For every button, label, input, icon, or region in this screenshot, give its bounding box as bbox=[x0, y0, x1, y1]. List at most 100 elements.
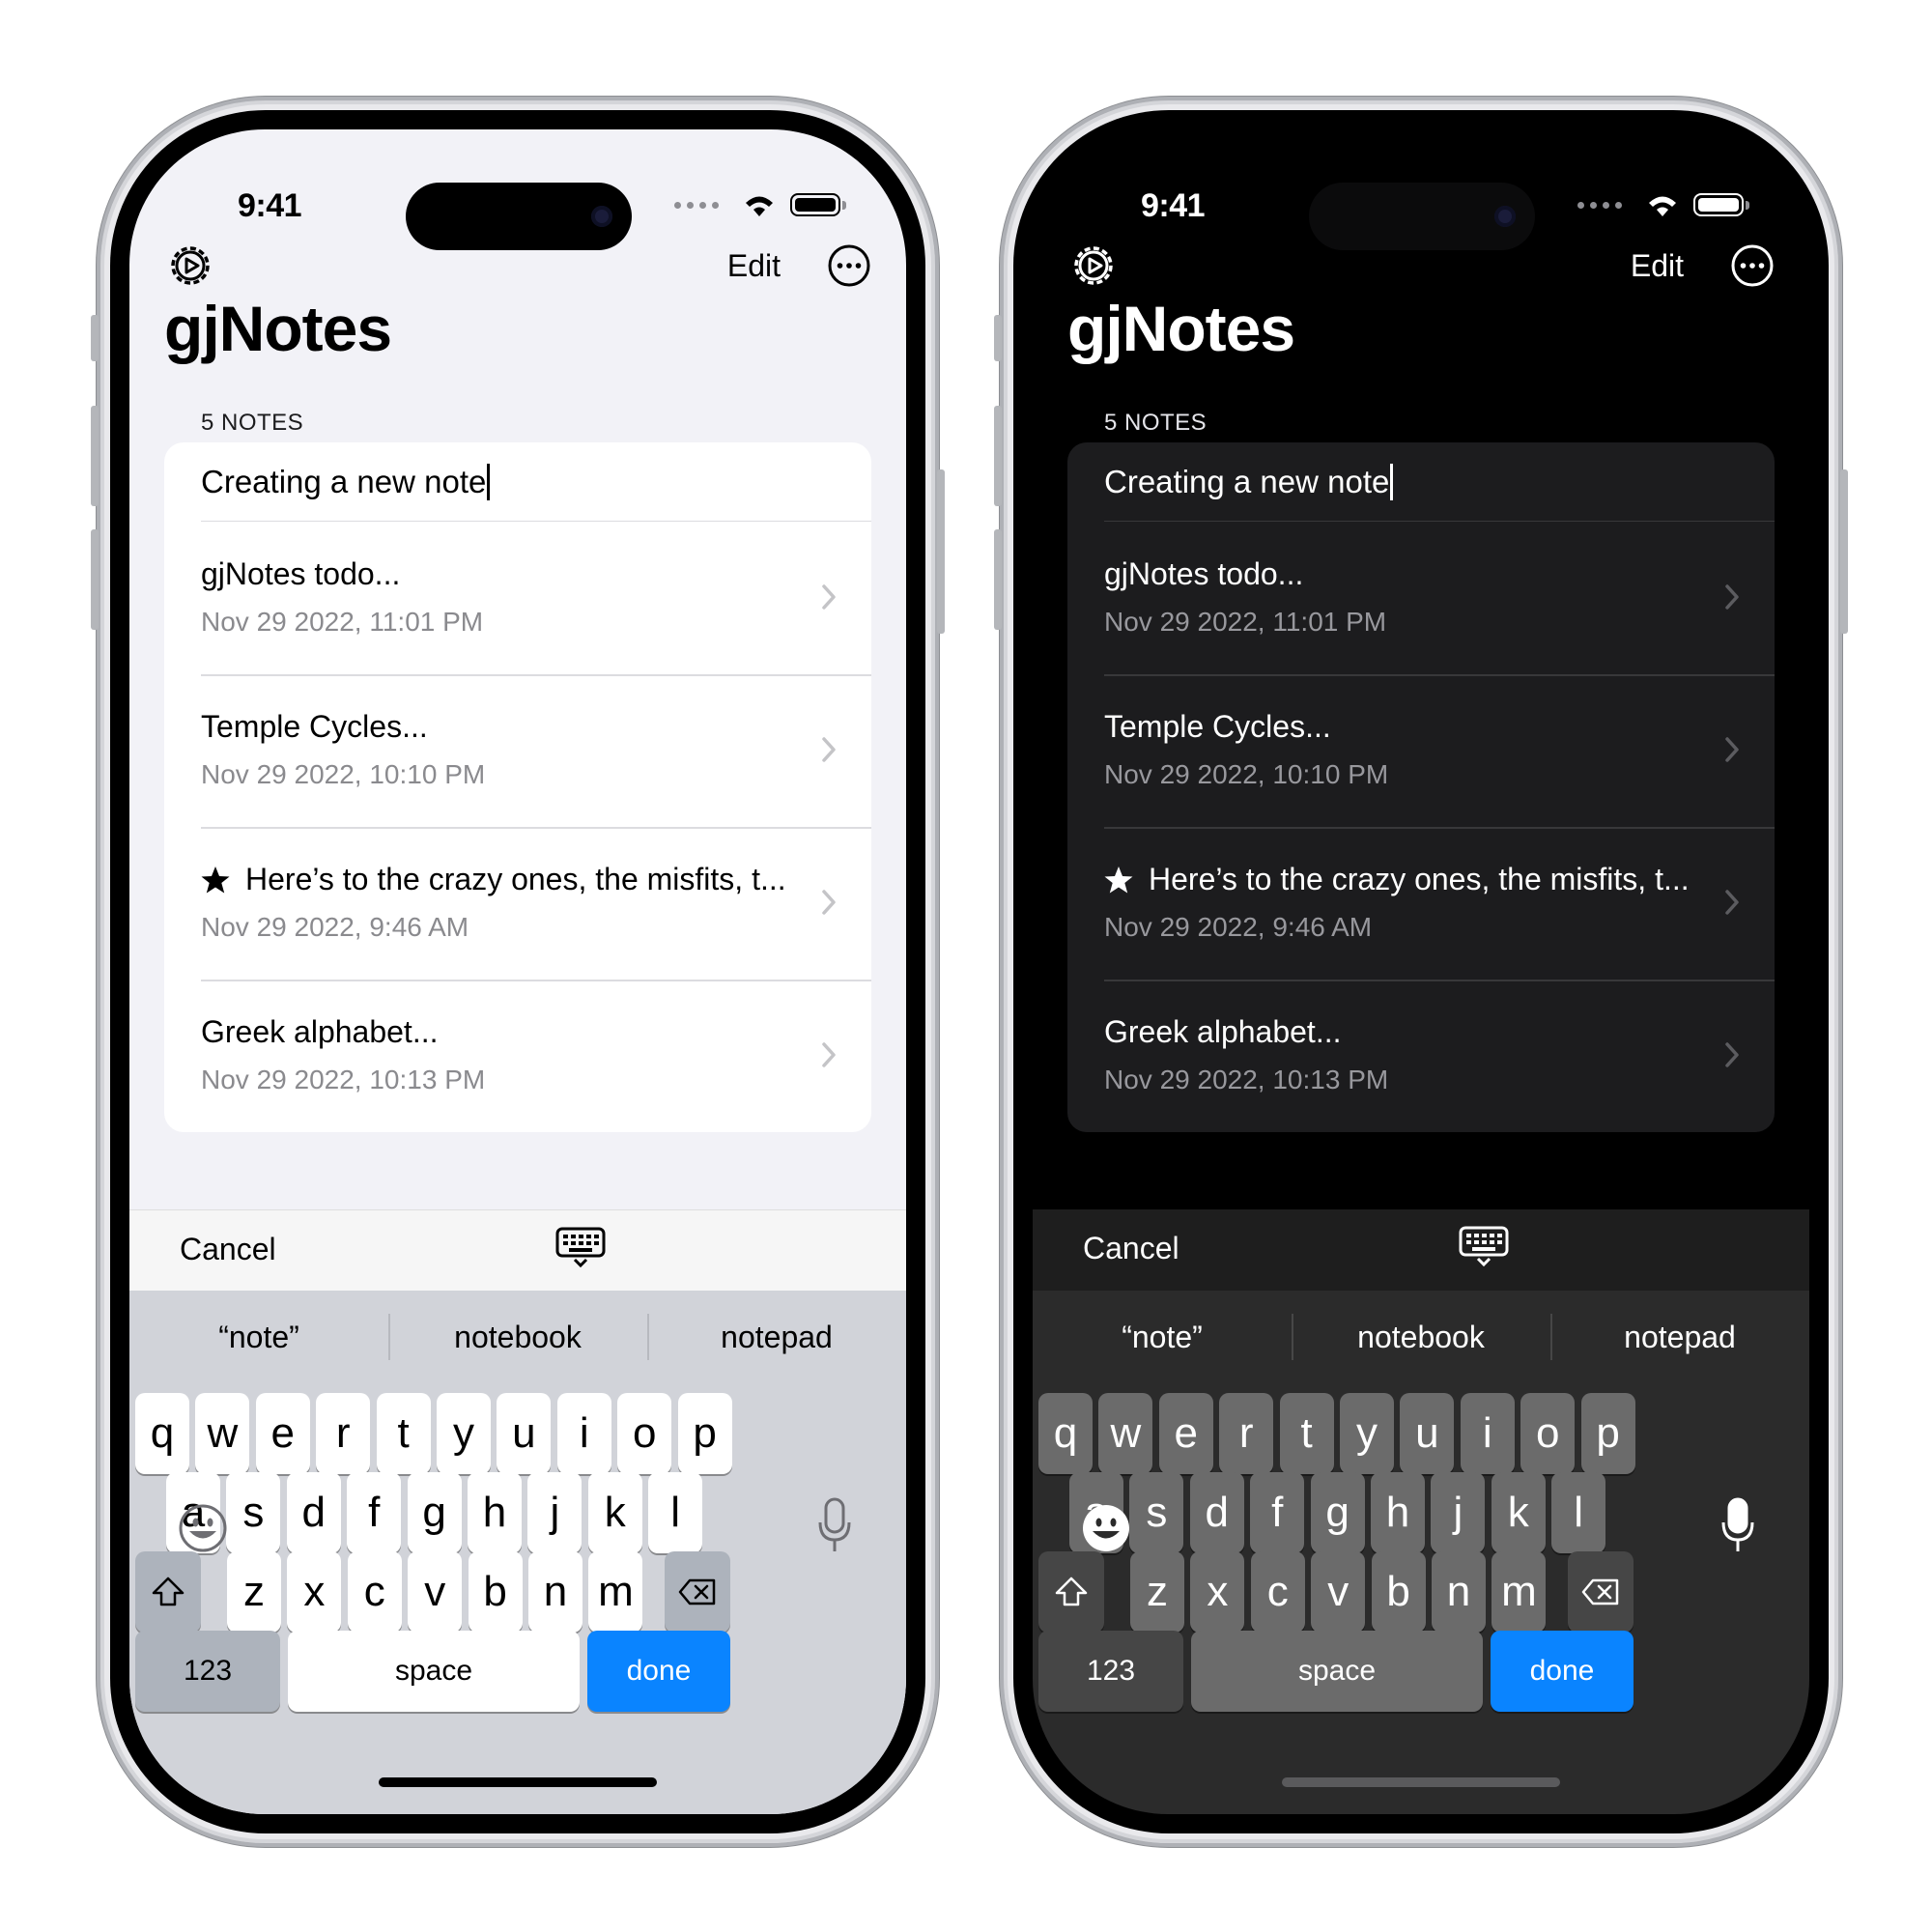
keyboard-dismiss-icon[interactable] bbox=[1458, 1225, 1510, 1267]
space-key[interactable]: space bbox=[288, 1631, 580, 1712]
note-row[interactable]: Greek alphabet... Nov 29 2022, 10:13 PM bbox=[1067, 980, 1775, 1132]
key-d[interactable]: d bbox=[286, 1472, 341, 1553]
keyboard-dismiss-icon[interactable] bbox=[554, 1226, 607, 1268]
key-r[interactable]: r bbox=[316, 1393, 371, 1474]
key-c[interactable]: c bbox=[1250, 1551, 1305, 1633]
suggestion-notebook[interactable]: notebook bbox=[388, 1291, 647, 1383]
note-row[interactable]: Temple Cycles... Nov 29 2022, 10:10 PM bbox=[1067, 674, 1775, 827]
key-k[interactable]: k bbox=[1491, 1472, 1546, 1553]
suggestion-notepad[interactable]: notepad bbox=[1550, 1291, 1809, 1383]
numbers-key[interactable]: 123 bbox=[135, 1631, 280, 1712]
new-note-text[interactable]: Creating a new note bbox=[201, 464, 486, 499]
key-e[interactable]: e bbox=[255, 1393, 310, 1474]
key-n[interactable]: n bbox=[528, 1551, 582, 1633]
chevron-right-icon bbox=[822, 890, 836, 915]
key-q[interactable]: q bbox=[1038, 1393, 1093, 1474]
key-t[interactable]: t bbox=[376, 1393, 431, 1474]
key-g[interactable]: g bbox=[407, 1472, 462, 1553]
microphone-icon[interactable] bbox=[1720, 1497, 1755, 1555]
microphone-icon[interactable] bbox=[817, 1497, 852, 1555]
new-note-input[interactable]: Creating a new note bbox=[1067, 442, 1775, 522]
note-row[interactable]: Here’s to the crazy ones, the misfits, t… bbox=[164, 827, 871, 980]
key-y[interactable]: y bbox=[1340, 1393, 1394, 1474]
key-o[interactable]: o bbox=[1520, 1393, 1576, 1474]
key-w[interactable]: w bbox=[1098, 1393, 1153, 1474]
more-options-icon[interactable] bbox=[827, 243, 871, 288]
key-i[interactable]: i bbox=[556, 1393, 611, 1474]
note-row[interactable]: Temple Cycles... Nov 29 2022, 10:10 PM bbox=[164, 674, 871, 827]
key-j[interactable]: j bbox=[1431, 1472, 1486, 1553]
edit-button[interactable]: Edit bbox=[1631, 248, 1684, 284]
cancel-button[interactable]: Cancel bbox=[1083, 1231, 1179, 1266]
new-note-input[interactable]: Creating a new note bbox=[164, 442, 871, 522]
key-z[interactable]: z bbox=[1130, 1551, 1184, 1633]
key-u[interactable]: u bbox=[1400, 1393, 1455, 1474]
key-v[interactable]: v bbox=[408, 1551, 463, 1633]
key-r[interactable]: r bbox=[1219, 1393, 1274, 1474]
key-y[interactable]: y bbox=[437, 1393, 491, 1474]
key-x[interactable]: x bbox=[1190, 1551, 1245, 1633]
delete-key[interactable] bbox=[665, 1551, 730, 1633]
numbers-key[interactable]: 123 bbox=[1038, 1631, 1183, 1712]
key-e[interactable]: e bbox=[1158, 1393, 1213, 1474]
suggestion-notebook[interactable]: notebook bbox=[1292, 1291, 1550, 1383]
emoji-icon[interactable] bbox=[178, 1503, 228, 1553]
suggestion-notepad[interactable]: notepad bbox=[647, 1291, 906, 1383]
key-m[interactable]: m bbox=[1492, 1551, 1547, 1633]
note-row[interactable]: Greek alphabet... Nov 29 2022, 10:13 PM bbox=[164, 980, 871, 1132]
power-button bbox=[1840, 469, 1848, 634]
new-note-text[interactable]: Creating a new note bbox=[1104, 464, 1389, 499]
key-p[interactable]: p bbox=[677, 1393, 732, 1474]
settings-gear-icon[interactable] bbox=[1069, 242, 1118, 290]
screen: 9:41 Edit gjNotes 5 NOTES Creating a new… bbox=[1033, 129, 1809, 1814]
key-n[interactable]: n bbox=[1432, 1551, 1486, 1633]
key-s[interactable]: s bbox=[226, 1472, 281, 1553]
key-v[interactable]: v bbox=[1311, 1551, 1366, 1633]
battery-icon bbox=[1693, 193, 1749, 216]
suggestion-quoted[interactable]: “note” bbox=[129, 1291, 388, 1383]
suggestion-quoted[interactable]: “note” bbox=[1033, 1291, 1292, 1383]
key-q[interactable]: q bbox=[135, 1393, 189, 1474]
note-title-text: Temple Cycles... bbox=[1104, 709, 1331, 744]
key-l[interactable]: l bbox=[1551, 1472, 1606, 1553]
note-row[interactable]: Here’s to the crazy ones, the misfits, t… bbox=[1067, 827, 1775, 980]
key-t[interactable]: t bbox=[1279, 1393, 1334, 1474]
suggestion-bar: “note” notebook notepad bbox=[1033, 1291, 1809, 1383]
emoji-icon[interactable] bbox=[1081, 1503, 1131, 1553]
key-h[interactable]: h bbox=[1371, 1472, 1425, 1553]
note-row[interactable]: gjNotes todo... Nov 29 2022, 11:01 PM bbox=[1067, 522, 1775, 674]
key-u[interactable]: u bbox=[497, 1393, 552, 1474]
section-header: 5 NOTES bbox=[201, 410, 304, 436]
key-b[interactable]: b bbox=[1371, 1551, 1426, 1633]
key-z[interactable]: z bbox=[227, 1551, 281, 1633]
done-key[interactable]: done bbox=[587, 1631, 730, 1712]
key-i[interactable]: i bbox=[1460, 1393, 1515, 1474]
key-o[interactable]: o bbox=[617, 1393, 672, 1474]
key-j[interactable]: j bbox=[527, 1472, 582, 1553]
more-options-icon[interactable] bbox=[1730, 243, 1775, 288]
key-f[interactable]: f bbox=[1250, 1472, 1305, 1553]
key-f[interactable]: f bbox=[347, 1472, 402, 1553]
key-c[interactable]: c bbox=[347, 1551, 402, 1633]
key-g[interactable]: g bbox=[1310, 1472, 1365, 1553]
delete-key[interactable] bbox=[1568, 1551, 1634, 1633]
note-row[interactable]: gjNotes todo... Nov 29 2022, 11:01 PM bbox=[164, 522, 871, 674]
key-l[interactable]: l bbox=[648, 1472, 703, 1553]
key-w[interactable]: w bbox=[195, 1393, 250, 1474]
key-p[interactable]: p bbox=[1580, 1393, 1635, 1474]
key-k[interactable]: k bbox=[587, 1472, 642, 1553]
shift-key[interactable] bbox=[135, 1551, 201, 1633]
edit-button[interactable]: Edit bbox=[727, 248, 781, 284]
key-m[interactable]: m bbox=[588, 1551, 643, 1633]
key-d[interactable]: d bbox=[1189, 1472, 1244, 1553]
cancel-button[interactable]: Cancel bbox=[180, 1232, 276, 1267]
settings-gear-icon[interactable] bbox=[166, 242, 214, 290]
space-key[interactable]: space bbox=[1191, 1631, 1483, 1712]
key-b[interactable]: b bbox=[468, 1551, 523, 1633]
done-key[interactable]: done bbox=[1491, 1631, 1634, 1712]
shift-key[interactable] bbox=[1038, 1551, 1104, 1633]
key-s[interactable]: s bbox=[1129, 1472, 1184, 1553]
key-h[interactable]: h bbox=[468, 1472, 522, 1553]
key-x[interactable]: x bbox=[287, 1551, 342, 1633]
status-icons bbox=[1577, 191, 1749, 218]
